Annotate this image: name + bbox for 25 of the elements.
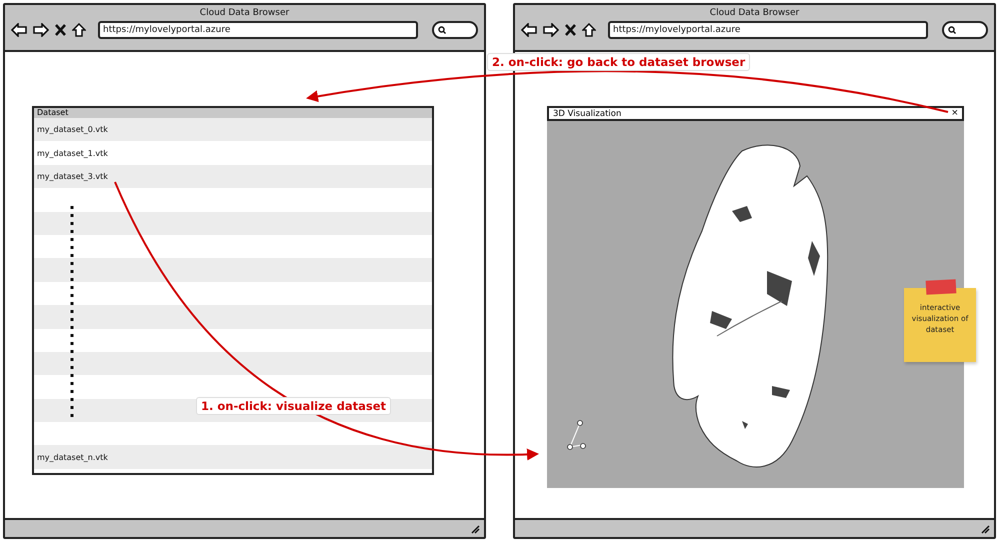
back-icon[interactable] <box>11 23 27 37</box>
annotation-label: 1. on-click: visualize dataset <box>196 397 392 415</box>
search-icon[interactable] <box>438 26 446 34</box>
axes-drawing <box>566 419 588 451</box>
window-title: Cloud Data Browser <box>710 8 800 18</box>
list-item[interactable]: my_dataset_0.vtk <box>34 118 432 142</box>
window-title: Cloud Data Browser <box>200 8 290 18</box>
panel-title: 3D Visualization <box>553 108 622 118</box>
resize-grip-icon[interactable] <box>470 524 480 534</box>
list-item[interactable]: my_dataset_3.vtk <box>34 164 432 188</box>
close-button[interactable]: × <box>952 108 958 119</box>
close-icon[interactable] <box>55 23 66 37</box>
forward-icon[interactable] <box>33 23 49 37</box>
url-field[interactable]: https://mylovelyportal.azure <box>98 21 418 39</box>
list-header: Dataset <box>34 108 432 118</box>
close-icon[interactable] <box>565 23 576 37</box>
search-icon[interactable] <box>948 26 956 34</box>
forward-icon[interactable] <box>543 23 559 37</box>
search-field[interactable] <box>432 21 478 39</box>
list-item[interactable]: my_dataset_n.vtk <box>34 445 432 469</box>
resize-grip-icon[interactable] <box>980 524 990 534</box>
url-field[interactable]: https://mylovelyportal.azure <box>608 21 928 39</box>
back-icon[interactable] <box>521 23 537 37</box>
search-field[interactable] <box>942 21 988 39</box>
annotation-label: 2. on-click: go back to dataset browser <box>487 53 750 71</box>
